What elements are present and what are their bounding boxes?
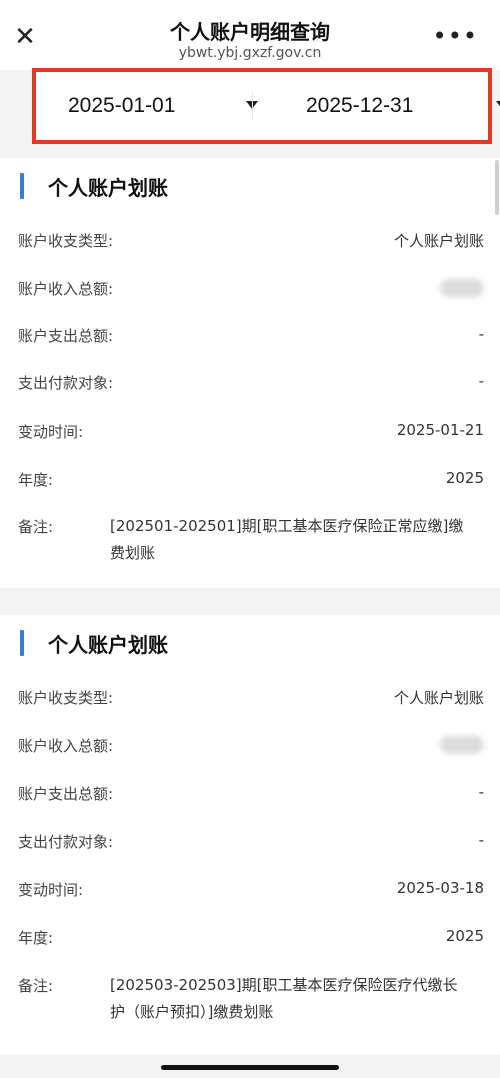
row-year: 年度: 2025: [18, 469, 484, 493]
label: 备注:: [18, 518, 54, 536]
label: 备注:: [18, 977, 54, 995]
date-range-filter: 2025-01-01 2025-12-31: [32, 68, 500, 144]
redacted-value: [440, 278, 484, 297]
value: 2025-03-18: [396, 879, 484, 897]
page-url: ybwt.ybj.gxzf.gov.cn: [178, 45, 322, 61]
value: 2025: [445, 469, 484, 487]
label: 账户收支类型:: [18, 232, 114, 250]
start-date-picker[interactable]: 2025-01-01: [68, 72, 258, 140]
start-date-value: 2025-01-01: [68, 94, 176, 117]
chevron-down-icon: [496, 101, 500, 109]
value: -: [478, 372, 484, 390]
value: -: [478, 831, 484, 849]
row-payee: 支出付款对象: -: [18, 372, 484, 396]
value: -: [478, 325, 484, 343]
page-title: 个人账户明细查询: [170, 20, 330, 44]
home-indicator[interactable]: [161, 1065, 339, 1070]
record-card: 个人账户划账 账户收支类型: 个人账户划账 账户收入总额: 账户支出总额: - …: [0, 158, 500, 588]
row-expense: 账户支出总额: -: [18, 783, 484, 807]
label: 账户收入总额:: [18, 737, 114, 755]
row-income: 账户收入总额:: [18, 278, 484, 302]
divider: [252, 92, 253, 120]
row-note: 备注: [202503-202503]期[职工基本医疗保险医疗代缴长护（账户预扣…: [18, 975, 484, 1025]
value: 个人账户划账: [393, 232, 484, 250]
scrollbar-thumb[interactable]: [495, 160, 499, 215]
label: 账户支出总额:: [18, 785, 114, 803]
record-card: 个人账户划账 账户收支类型: 个人账户划账 账户收入总额: 账户支出总额: - …: [0, 615, 500, 1055]
card-title: 个人账户划账: [48, 175, 168, 200]
row-note: 备注: [202501-202501]期[职工基本医疗保险正常应缴]缴费划账: [18, 516, 484, 566]
value: 个人账户划账: [393, 689, 484, 707]
label: 账户支出总额:: [18, 327, 114, 345]
row-income: 账户收入总额:: [18, 735, 484, 759]
value: 2025: [445, 927, 484, 945]
end-date-value: 2025-12-31: [306, 94, 414, 117]
accent-bar: [20, 630, 24, 656]
header-bar: ✕ 个人账户明细查询 ybwt.ybj.gxzf.gov.cn •••: [0, 0, 500, 70]
label: 变动时间:: [18, 881, 84, 899]
value-redacted: [440, 278, 484, 297]
value: [202501-202501]期[职工基本医疗保险正常应缴]缴费划账: [110, 517, 464, 562]
label: 年度:: [18, 471, 54, 489]
row-year: 年度: 2025: [18, 927, 484, 951]
value: -: [478, 783, 484, 801]
row-payee: 支出付款对象: -: [18, 831, 484, 855]
card-title: 个人账户划账: [48, 632, 168, 657]
accent-bar: [20, 173, 24, 199]
row-type: 账户收支类型: 个人账户划账: [18, 687, 484, 711]
card-header: 个人账户划账: [20, 628, 168, 658]
card-header: 个人账户划账: [20, 171, 168, 201]
row-type: 账户收支类型: 个人账户划账: [18, 230, 484, 254]
row-expense: 账户支出总额: -: [18, 325, 484, 349]
row-time: 变动时间: 2025-03-18: [18, 879, 484, 903]
label: 年度:: [18, 929, 54, 947]
value: 2025-01-21: [396, 421, 484, 439]
redacted-value: [440, 735, 484, 754]
label: 支出付款对象:: [18, 374, 114, 392]
end-date-picker[interactable]: 2025-12-31: [306, 72, 500, 140]
label: 账户收入总额:: [18, 280, 114, 298]
label: 变动时间:: [18, 423, 84, 441]
value-redacted: [440, 735, 484, 754]
label: 账户收支类型:: [18, 689, 114, 707]
row-time: 变动时间: 2025-01-21: [18, 421, 484, 445]
label: 支出付款对象:: [18, 833, 114, 851]
value: [202503-202503]期[职工基本医疗保险医疗代缴长护（账户预扣）]缴费…: [110, 976, 458, 1021]
more-icon[interactable]: •••: [433, 24, 478, 48]
